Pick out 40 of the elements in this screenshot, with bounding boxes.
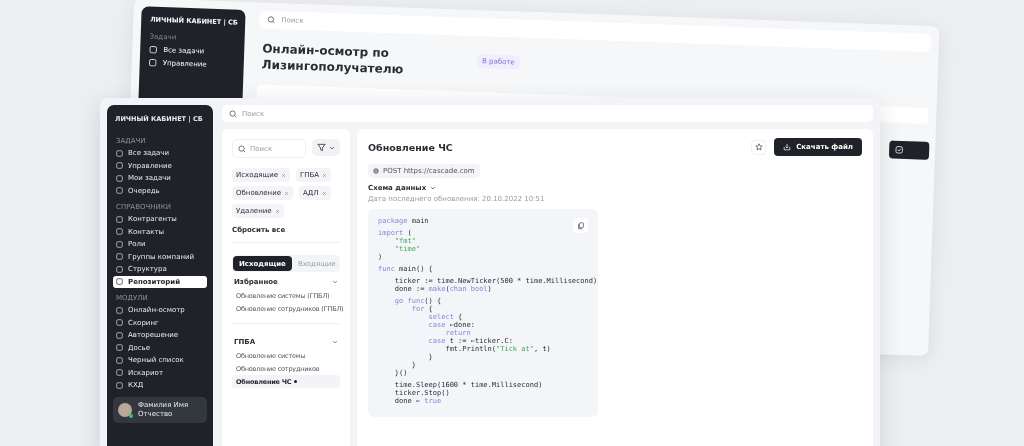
rounded-square-icon: [116, 381, 123, 389]
star-icon: [754, 143, 763, 151]
rounded-square-icon: [116, 306, 123, 314]
favorite-button[interactable]: [751, 139, 767, 155]
rounded-square-icon: [116, 187, 123, 195]
search-icon: [229, 109, 237, 118]
close-icon[interactable]: [321, 190, 327, 196]
filter-button[interactable]: [312, 139, 340, 156]
search-icon: [267, 15, 276, 24]
rounded-square-icon: [116, 356, 123, 364]
rounded-square-icon: [116, 174, 123, 182]
close-icon[interactable]: [322, 172, 328, 178]
chevron-down-icon: [430, 185, 437, 191]
rounded-square-icon: [116, 369, 123, 377]
close-icon[interactable]: [284, 190, 290, 196]
rounded-square-icon: [116, 331, 123, 339]
close-icon[interactable]: [281, 172, 286, 178]
search-icon: [238, 144, 246, 153]
chevron-down-icon: [329, 144, 335, 151]
page-title: Обновление ЧС: [368, 141, 454, 153]
chevron-icon[interactable]: [332, 279, 338, 285]
download-tray-icon: [783, 143, 792, 151]
rounded-square-icon: [116, 228, 123, 236]
copy-button[interactable]: [573, 218, 588, 233]
rounded-square-icon: [116, 265, 123, 273]
rounded-square-icon: [116, 253, 123, 261]
rounded-square-icon: [116, 319, 123, 327]
chevron-icon[interactable]: [332, 339, 338, 345]
rounded-square-icon: [116, 215, 123, 223]
funnel-icon: [317, 143, 326, 152]
rounded-square-icon: [116, 344, 123, 352]
close-icon[interactable]: [274, 208, 280, 214]
checkbox-button[interactable]: [888, 140, 930, 160]
rounded-square-icon: [116, 278, 123, 286]
copy-icon: [576, 221, 585, 230]
info-icon: [373, 168, 379, 174]
rounded-square-icon: [116, 149, 123, 157]
check-square-icon: [895, 145, 904, 154]
rounded-square-icon: [116, 162, 123, 170]
rounded-square-icon: [116, 240, 123, 248]
